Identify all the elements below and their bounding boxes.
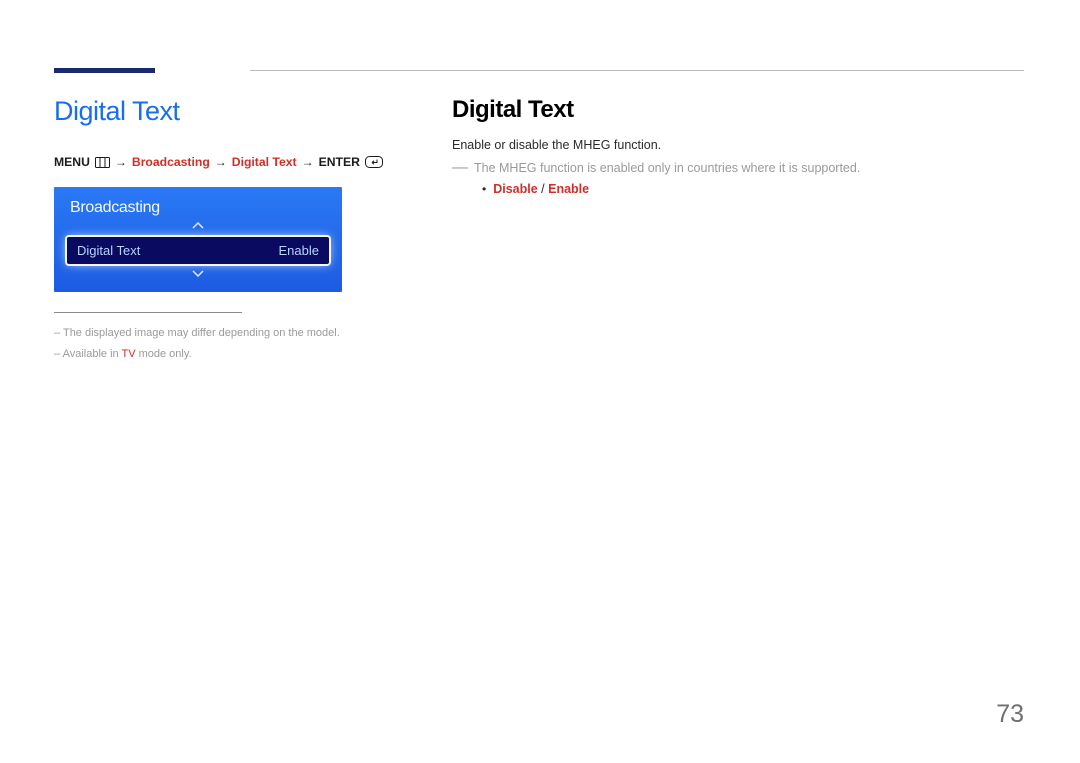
- section-title-left: Digital Text: [54, 96, 404, 127]
- footnote-divider: [54, 312, 242, 313]
- option-enable: Enable: [548, 182, 589, 196]
- footnote-2-suffix: mode only.: [136, 348, 192, 360]
- osd-panel-title: Broadcasting: [64, 197, 332, 217]
- header-divider: [250, 70, 1024, 71]
- footnote-2-red: TV: [121, 348, 135, 360]
- page-number: 73: [996, 700, 1024, 729]
- arrow-icon: →: [302, 155, 314, 169]
- support-note-text: The MHEG function is enabled only in cou…: [474, 158, 860, 179]
- osd-panel: Broadcasting Digital Text Enable: [54, 187, 342, 292]
- osd-row-digital-text[interactable]: Digital Text Enable: [67, 237, 329, 264]
- arrow-icon: →: [115, 155, 127, 169]
- option-list: • Disable / Enable: [482, 182, 1032, 196]
- enter-icon: [365, 156, 383, 168]
- section-description: Enable or disable the MHEG function.: [452, 138, 1032, 152]
- section-title-right: Digital Text: [452, 96, 1032, 124]
- breadcrumb-menu: MENU: [54, 155, 90, 169]
- osd-row-value: Enable: [279, 243, 319, 258]
- option-disable: Disable: [493, 182, 537, 196]
- menu-icon: [95, 157, 110, 168]
- chevron-down-icon[interactable]: [64, 268, 332, 280]
- dash-icon: ―: [452, 158, 468, 179]
- arrow-icon: →: [215, 155, 227, 169]
- breadcrumb-digital-text: Digital Text: [232, 155, 297, 169]
- footnote-2-prefix: – Available in: [54, 348, 121, 360]
- breadcrumb-broadcasting: Broadcasting: [132, 155, 210, 169]
- breadcrumb-enter: ENTER: [319, 155, 360, 169]
- footnote-2: – Available in TV mode only.: [54, 344, 404, 365]
- footnote-1: – The displayed image may differ dependi…: [54, 323, 404, 344]
- header-accent-bar: [54, 68, 155, 73]
- breadcrumb: MENU → Broadcasting → Digital Text → ENT…: [54, 155, 404, 169]
- osd-row-label: Digital Text: [77, 243, 140, 258]
- chevron-up-icon[interactable]: [64, 221, 332, 233]
- support-note: ― The MHEG function is enabled only in c…: [452, 158, 1032, 179]
- bullet-icon: •: [482, 183, 486, 195]
